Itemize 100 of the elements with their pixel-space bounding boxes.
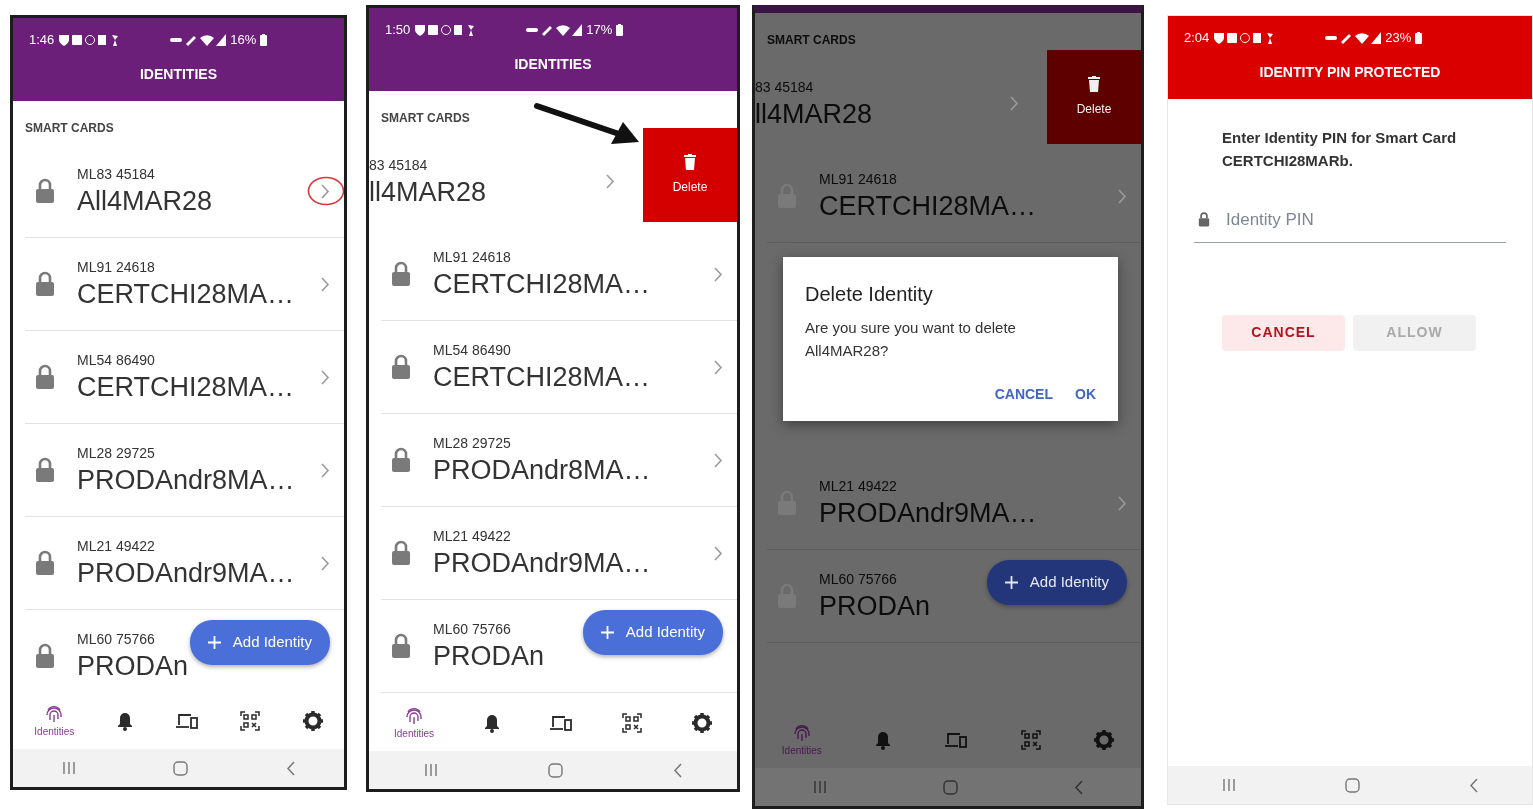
chevron-right-icon[interactable] xyxy=(321,462,330,478)
fingerprint-icon xyxy=(792,722,811,743)
dialog-button[interactable]: CANCEL xyxy=(992,380,1055,409)
back-icon[interactable] xyxy=(286,760,296,776)
back-icon[interactable] xyxy=(673,762,682,778)
nav-tab[interactable]: Identities xyxy=(30,701,79,741)
card-number: ML60 75766 xyxy=(77,630,156,650)
battery-percent: 17% xyxy=(586,21,613,40)
delete-button[interactable]: Delete xyxy=(643,127,737,222)
lock-icon xyxy=(391,633,411,659)
trash-icon xyxy=(1088,75,1100,92)
chevron-right-icon[interactable] xyxy=(714,266,723,282)
status-time: 1:46 xyxy=(29,31,55,50)
qr-code-icon xyxy=(240,711,261,731)
status-time: 2:04 xyxy=(1184,29,1210,48)
identity-name: PRODAn xyxy=(819,590,931,623)
battery-percent: 23% xyxy=(1385,29,1412,48)
chevron-right-icon[interactable] xyxy=(714,452,723,468)
nav-tab[interactable]: Identities xyxy=(390,703,438,743)
cancel-button[interactable]: CANCEL xyxy=(1222,314,1345,351)
card-number: 83 45184 xyxy=(755,77,815,97)
pin-input-field[interactable]: Identity PIN xyxy=(1224,206,1502,234)
identity-name: CERTCHI28MA… xyxy=(77,278,295,311)
chevron-right-icon[interactable] xyxy=(321,276,330,292)
devices-icon xyxy=(550,715,572,731)
dialog-message: Are you sure you want to delete All4MAR28? xyxy=(805,318,1017,361)
status-icons-drawing xyxy=(1325,32,1382,44)
home-icon[interactable] xyxy=(943,779,958,795)
identity-name: CERTCHI28MA… xyxy=(819,190,1037,223)
trash-icon xyxy=(684,153,696,170)
add-identity-button[interactable]: Add Identity xyxy=(986,560,1127,605)
card-number: ML21 49422 xyxy=(433,527,512,547)
identity-name: PRODAndr9MA… xyxy=(819,497,1037,530)
screen-title: IDENTITIES xyxy=(139,65,218,84)
identity-name: PRODAn xyxy=(433,640,545,673)
battery-percent: 16% xyxy=(230,31,257,50)
identity-name: PRODAndr8MA… xyxy=(77,464,295,497)
home-icon[interactable] xyxy=(1345,777,1360,793)
plus-icon xyxy=(207,636,221,649)
home-icon[interactable] xyxy=(173,760,189,776)
dialog-title: Delete Identity xyxy=(805,282,934,307)
add-identity-button[interactable]: Add Identity xyxy=(582,610,723,655)
lock-icon xyxy=(35,271,55,297)
battery-icon xyxy=(616,24,624,36)
recent-apps-icon[interactable] xyxy=(61,761,76,775)
qr-code-icon xyxy=(1020,730,1041,750)
lock-icon xyxy=(1198,212,1210,228)
card-number: 83 45184 xyxy=(369,155,429,175)
battery-icon xyxy=(1415,32,1423,44)
card-number: ML91 24618 xyxy=(819,170,898,190)
card-number: ML60 75766 xyxy=(433,620,512,640)
fingerprint-icon xyxy=(405,705,423,726)
dialog-button[interactable]: OK xyxy=(1073,380,1098,409)
home-icon[interactable] xyxy=(548,762,563,778)
lock-icon xyxy=(35,643,55,669)
chevron-right-icon[interactable] xyxy=(714,545,723,561)
identity-name: PRODAndr9MA… xyxy=(433,547,651,580)
add-identity-button[interactable]: Add Identity xyxy=(189,620,330,665)
card-number: ML60 75766 xyxy=(819,570,898,590)
chevron-right-icon[interactable] xyxy=(321,369,330,385)
settings-icon xyxy=(691,713,712,733)
screen-title: IDENTITIES xyxy=(513,55,593,74)
chevron-right-icon[interactable] xyxy=(606,174,615,189)
chevron-right-icon[interactable] xyxy=(321,555,330,571)
plus-icon xyxy=(600,626,614,639)
card-number: ML54 86490 xyxy=(77,351,156,371)
identity-name: CERTCHI28MA… xyxy=(433,268,651,301)
card-number: ML28 29725 xyxy=(433,434,512,454)
recent-apps-icon[interactable] xyxy=(1222,778,1237,792)
identity-name: PRODAn xyxy=(77,650,189,683)
lock-icon xyxy=(391,540,411,566)
identity-name: PRODAndr9MA… xyxy=(77,557,295,590)
chevron-right-icon[interactable] xyxy=(1118,188,1127,204)
card-number: ML54 86490 xyxy=(433,341,512,361)
lock-icon xyxy=(35,178,55,204)
fingerprint-icon xyxy=(45,703,64,724)
bell-icon xyxy=(875,730,892,750)
recent-apps-icon[interactable] xyxy=(424,763,438,777)
chevron-right-icon[interactable] xyxy=(1118,495,1127,511)
chevron-right-icon[interactable] xyxy=(1010,96,1019,111)
delete-button[interactable]: Delete xyxy=(1047,49,1141,144)
back-icon[interactable] xyxy=(1468,777,1478,793)
lock-icon xyxy=(35,550,55,576)
lock-icon xyxy=(391,447,411,473)
screen-title: IDENTITY PIN PROTECTED xyxy=(1258,63,1442,82)
bell-icon xyxy=(116,711,133,731)
section-heading: SMART CARDS xyxy=(380,110,471,127)
qr-code-icon xyxy=(621,713,642,733)
section-heading: SMART CARDS xyxy=(766,32,857,49)
chevron-right-icon[interactable] xyxy=(321,183,330,199)
pin-prompt: Enter Identity PIN for Smart Card CERTCHI28MARb. xyxy=(1222,128,1458,171)
plus-icon xyxy=(1004,576,1018,589)
lock-icon xyxy=(391,261,411,287)
chevron-right-icon[interactable] xyxy=(714,359,723,375)
recent-apps-icon[interactable] xyxy=(813,780,827,794)
card-number: ML28 29725 xyxy=(77,444,156,464)
devices-icon xyxy=(945,732,967,748)
identity-name: ll4MAR28 xyxy=(755,97,873,131)
identity-name: All4MAR28 xyxy=(77,185,213,218)
back-icon[interactable] xyxy=(1074,779,1083,795)
